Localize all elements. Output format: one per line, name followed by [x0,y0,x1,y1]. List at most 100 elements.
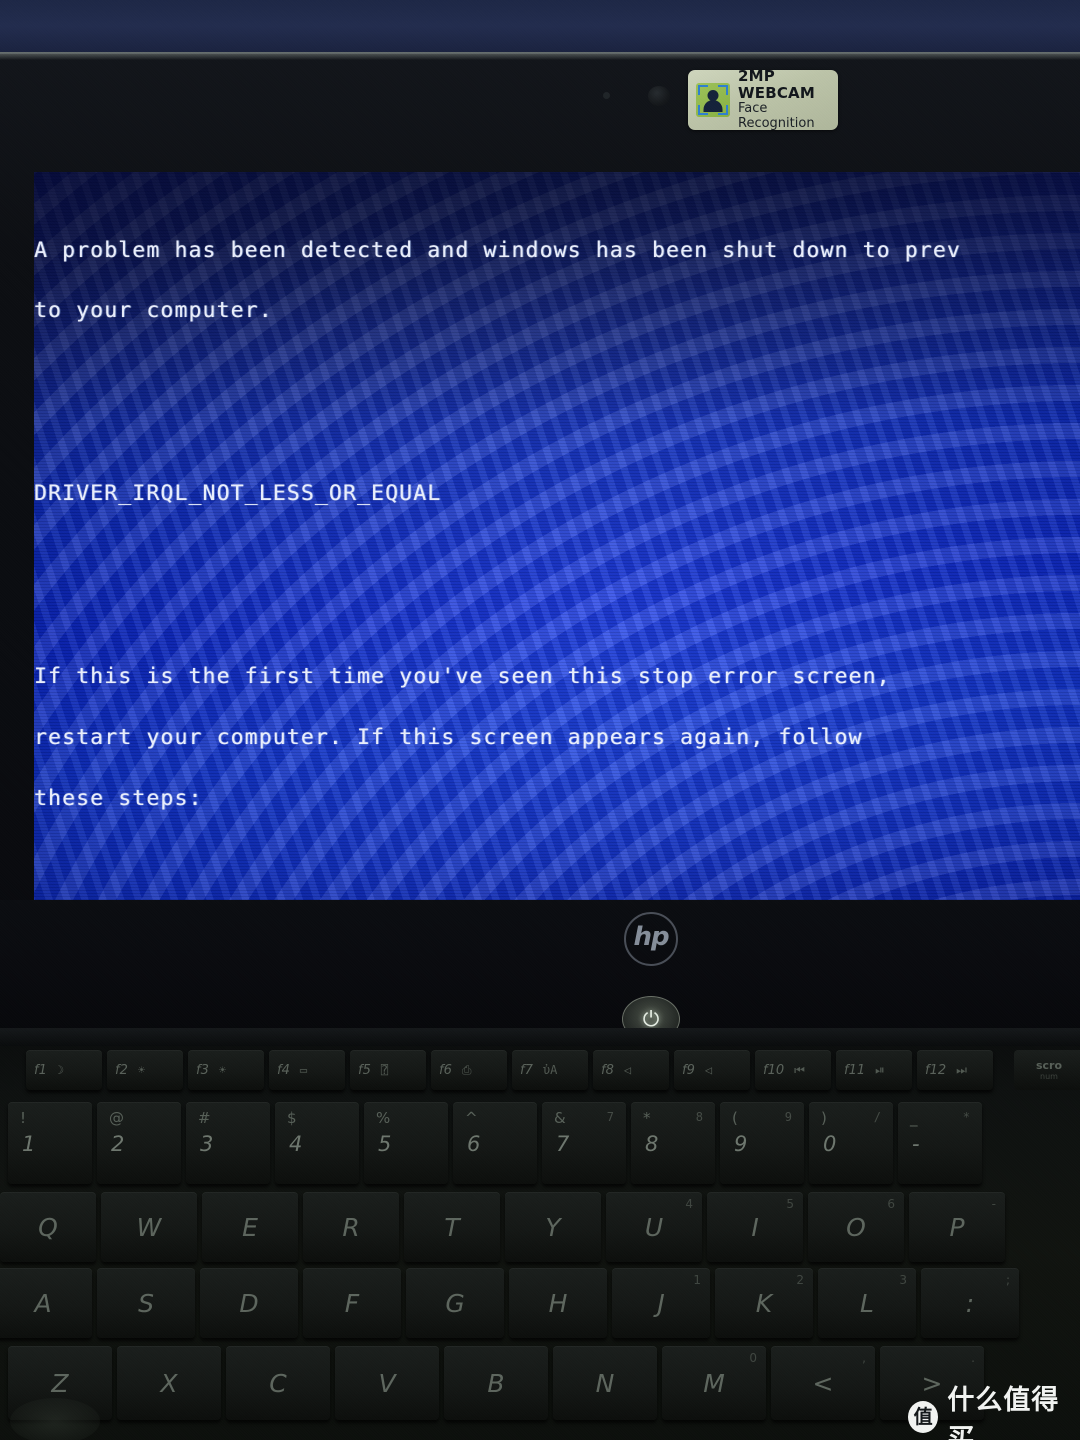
key-f2[interactable]: f2 ☀ [107,1050,183,1090]
key-9[interactable]: (9 9 [720,1102,804,1184]
key-shift-label: @ [109,1109,124,1127]
key-f4[interactable]: f4 ▭ [269,1050,345,1090]
key-main-label: C [269,1368,287,1398]
key-W[interactable]: W [101,1192,197,1262]
key-shift-label: % [376,1109,391,1127]
key-scroll-lock[interactable]: scro num [1014,1050,1080,1090]
key-main-label: 9 [734,1132,748,1156]
key-f8[interactable]: f8 ◁ [593,1050,669,1090]
key-f6[interactable]: f6 ⎙ [431,1050,507,1090]
key-I[interactable]: I5 [707,1192,803,1262]
key-6[interactable]: ^ 6 [453,1102,537,1184]
key-1[interactable]: ! 1 [8,1102,92,1184]
key-main-label: Y [545,1212,561,1242]
key-0[interactable]: ) 0 / [809,1102,893,1184]
key-5[interactable]: % 5 [364,1102,448,1184]
key-T[interactable]: T [404,1192,500,1262]
key-7[interactable]: & 7 7 [542,1102,626,1184]
key-main-label: O [846,1212,866,1242]
keyboard-function-row[interactable]: f1 ☽ f2 ☀ f3 ☀ f4 ▭ f5 ⍰ f6 ⎙ f7 ὐA f8 ◁ f9 ◁ f10 ⏮ f11 ⏯ f12 ⏭ [26,1050,998,1090]
keyboard-number-row[interactable]: ! 1 @2 #3 $4% 5 ^ 6 & 7 7 * 8 8(9 9) 0/_ - * [8,1102,987,1184]
prev-track-icon: ⏮ [794,1062,805,1077]
display-switch-icon: ▭ [299,1063,308,1077]
bsod-stop-name: DRIVER_IRQL_NOT_LESS_OR_EQUAL [34,481,442,507]
key-X[interactable]: X [117,1346,221,1420]
key-H[interactable]: H [509,1268,607,1338]
key-K[interactable]: K2 [715,1268,813,1338]
keyboard-qwerty-row[interactable]: QWERTYU4I5O6P- [0,1192,1010,1262]
key-label: f2 [115,1062,128,1078]
key-f5[interactable]: f5 ⍰ [350,1050,426,1090]
key-f1[interactable]: f1 ☽ [26,1050,102,1090]
hp-logo: hp [624,912,678,966]
keyboard-bottom-letter-row[interactable]: Z X C V B N M 0 <, >. [8,1346,989,1420]
lid-top-edge-highlight [0,52,1080,60]
key-alt-label: * [962,1110,970,1124]
key-<[interactable]: <, [771,1346,875,1420]
touchpad-edge[interactable] [10,1398,100,1440]
key-:[interactable]: :; [921,1268,1019,1338]
photo-of-laptop-bsod: 2MP WEBCAM Face Recognition A problem ha… [0,0,1080,1440]
key-f11[interactable]: f11 ⏯ [836,1050,912,1090]
key-label: f9 [682,1062,695,1078]
key-main-label: U [644,1212,664,1242]
key-label: f8 [601,1062,614,1078]
volume-up-icon: ◁ [704,1063,713,1077]
key-N[interactable]: N [553,1346,657,1420]
key-M[interactable]: M0 [662,1346,766,1420]
key-G[interactable]: G [406,1268,504,1338]
bsod-firsttime-line-3: these steps: [34,785,203,811]
sticker-subtitle: Face Recognition [738,101,815,132]
key-4[interactable]: $4 [275,1102,359,1184]
key-f7[interactable]: f7 ὐA [512,1050,588,1090]
key-B[interactable]: B [444,1346,548,1420]
key-E[interactable]: E [202,1192,298,1262]
key-2[interactable]: @2 [97,1102,181,1184]
key-U[interactable]: U4 [606,1192,702,1262]
key-P[interactable]: P- [909,1192,1005,1262]
key-8[interactable]: * 8 8 [631,1102,715,1184]
key-shift-label: # [198,1109,211,1127]
key-R[interactable]: R [303,1192,399,1262]
key-alt-label: 3 [899,1273,907,1287]
background-wall [0,0,1080,58]
key-alt-label: 5 [786,1197,794,1211]
key-C[interactable]: C [226,1346,330,1420]
key-A[interactable]: A [0,1268,92,1338]
watermark-logo: 值 [908,1401,939,1433]
key-label: f3 [196,1062,209,1078]
key-main-label: T [444,1212,460,1242]
key-alt-label: . [971,1351,975,1365]
key-shift-label: ( [732,1109,738,1127]
key-alt-label: 1 [693,1273,701,1287]
key-alt-label: 6 [887,1197,895,1211]
key-Q[interactable]: Q [0,1192,96,1262]
key-main-label: 4 [289,1132,303,1156]
key-Y[interactable]: Y [505,1192,601,1262]
keyboard-home-row[interactable]: A S D F G H J 1 K 2 L 3:; [0,1268,1024,1338]
next-track-icon: ⏭ [956,1062,967,1077]
key-3[interactable]: #3 [186,1102,270,1184]
key-J[interactable]: J1 [612,1268,710,1338]
key-f10[interactable]: f10 ⏮ [755,1050,831,1090]
key-main-label: : [965,1288,975,1318]
key-shift-label: $ [287,1109,297,1127]
key--[interactable]: _ - * [898,1102,982,1184]
key-main-label: 7 [556,1132,570,1156]
key-V[interactable]: V [335,1346,439,1420]
deck-front-edge [0,1028,1080,1046]
key-D[interactable]: D [200,1268,298,1338]
key-main-label: G [445,1288,465,1318]
key-shift-label: & [554,1109,566,1127]
key-f9[interactable]: f9 ◁ [674,1050,750,1090]
key-alt-label: 2 [796,1273,804,1287]
key-f12[interactable]: f12 ⏭ [917,1050,993,1090]
key-alt-label: - [991,1197,996,1211]
key-main-label: 2 [111,1132,125,1156]
key-f3[interactable]: f3 ☀ [188,1050,264,1090]
key-L[interactable]: L3 [818,1268,916,1338]
key-O[interactable]: O6 [808,1192,904,1262]
key-F[interactable]: F [303,1268,401,1338]
key-S[interactable]: S [97,1268,195,1338]
key-alt-label: , [862,1351,866,1365]
